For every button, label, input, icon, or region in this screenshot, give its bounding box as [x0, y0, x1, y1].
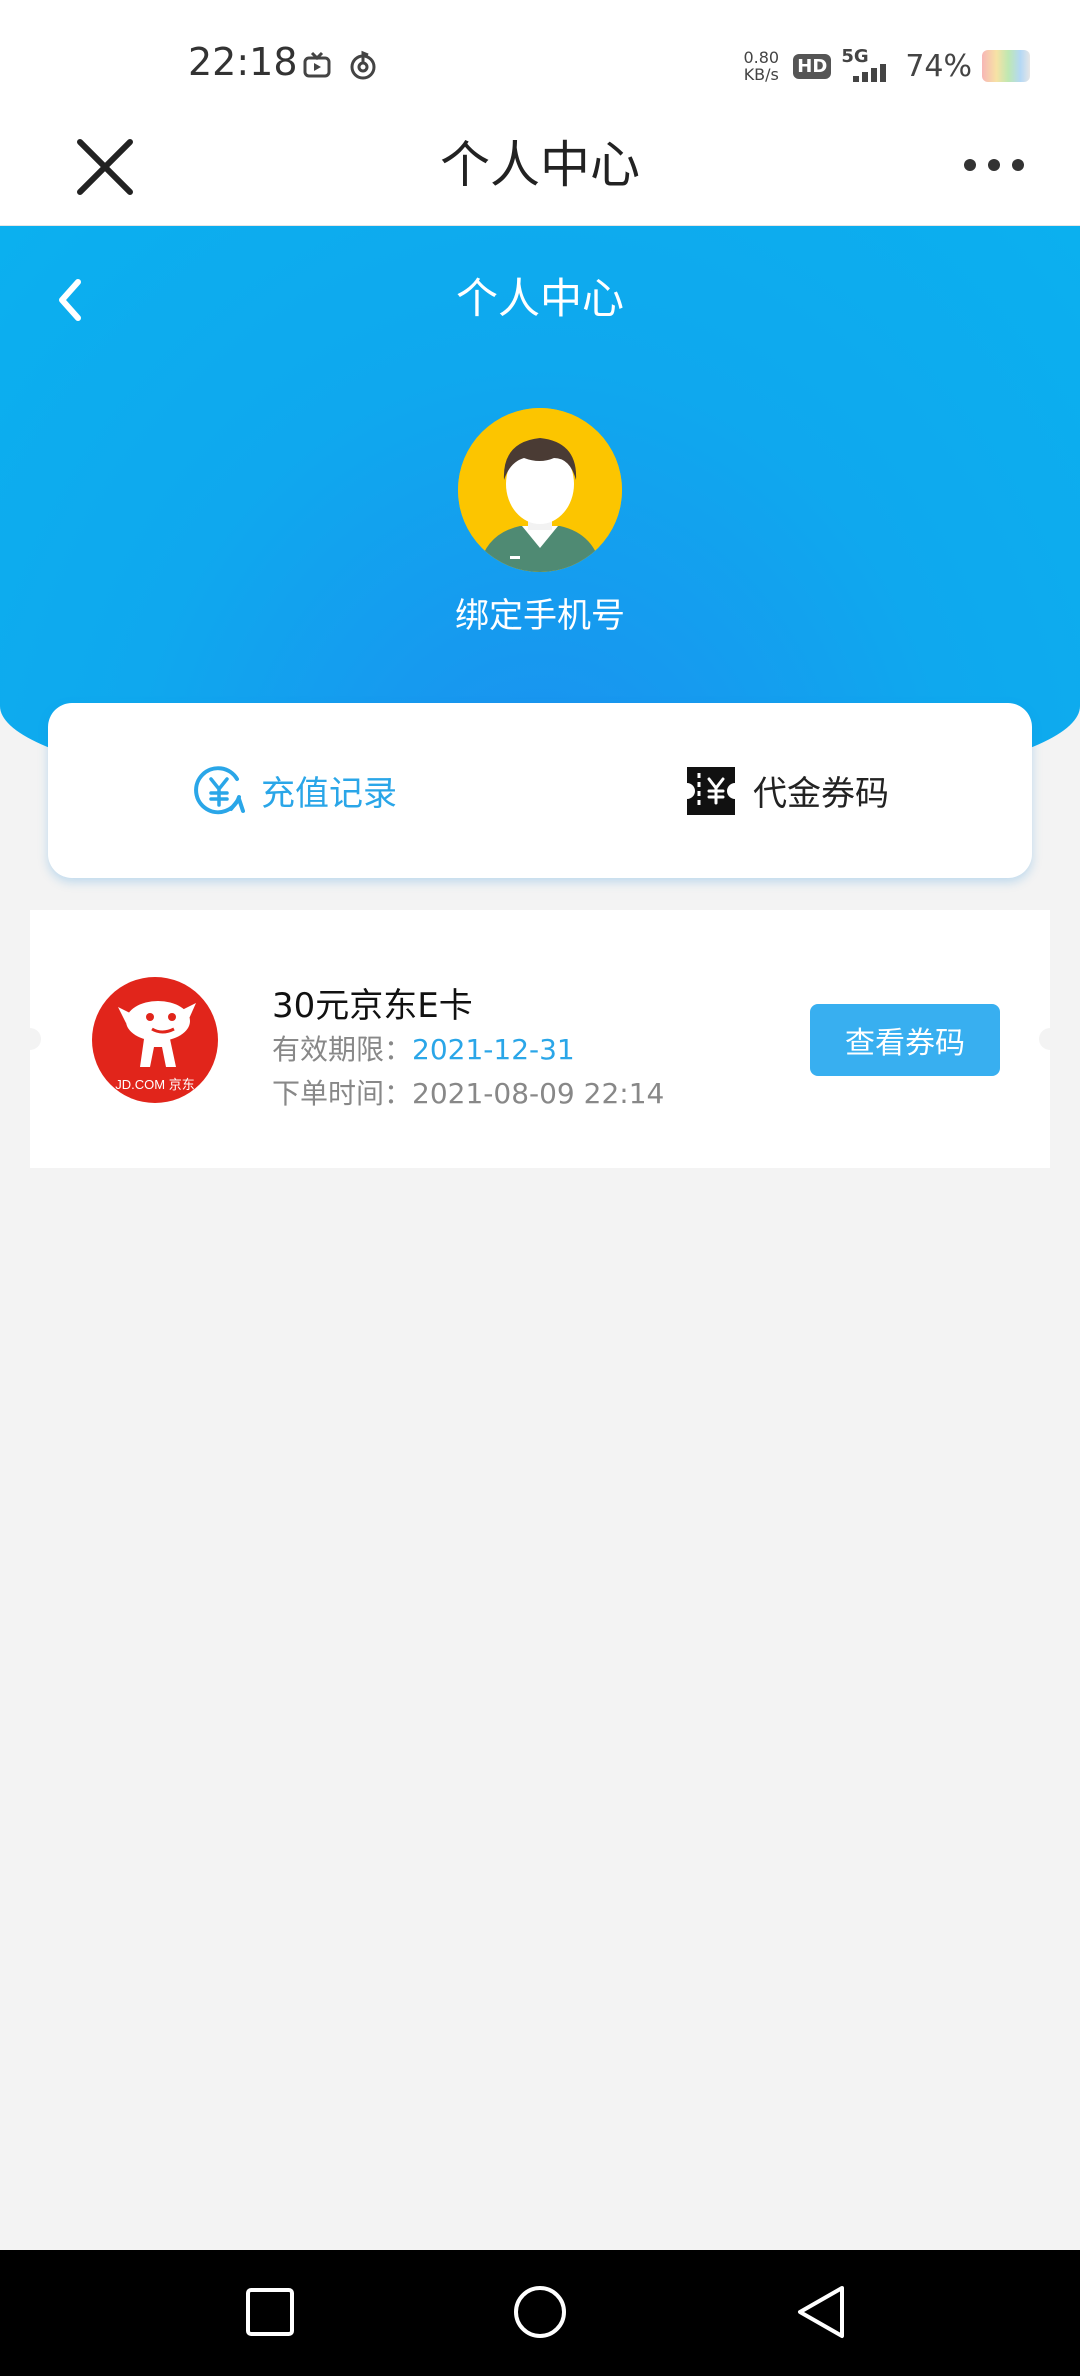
- order-time-label: 下单时间：: [272, 1077, 413, 1110]
- battery-percent: 74%: [905, 48, 972, 84]
- avatar[interactable]: [458, 408, 622, 572]
- more-icon[interactable]: [964, 152, 1024, 178]
- net-speed: 0.80 KB/s: [743, 48, 780, 84]
- page-title: 个人中心: [440, 136, 640, 194]
- home-icon[interactable]: [508, 2280, 572, 2344]
- hd-badge: HD: [793, 53, 832, 79]
- view-code-button[interactable]: 查看券码: [810, 1004, 1000, 1076]
- user-avatar-icon: [458, 408, 622, 572]
- bind-phone-link[interactable]: 绑定手机号: [0, 586, 1080, 646]
- tv-app-icon: [303, 51, 331, 78]
- recent-apps-icon[interactable]: [238, 2280, 302, 2344]
- status-bar: 22:18 0.80 KB/s HD 5G 74%: [0, 0, 1080, 130]
- system-nav-bar: [0, 2250, 1080, 2376]
- music-app-icon: [350, 50, 376, 80]
- status-time: 22:18: [188, 40, 298, 84]
- voucher-icon: [687, 766, 735, 815]
- tabs-card: 充值记录 代金券码: [48, 703, 1032, 878]
- coupon-title: 30元京东E卡: [272, 986, 473, 1026]
- battery-icon: [982, 50, 1030, 82]
- hero-title: 个人中心: [455, 274, 624, 323]
- card-notch: [1039, 1028, 1061, 1050]
- status-indicators: 0.80 KB/s HD 5G 74%: [739, 44, 1030, 88]
- expiry-value: 2021-12-31: [412, 1033, 575, 1066]
- tab-recharge-records[interactable]: 充值记录: [48, 703, 540, 878]
- app-header: 个人中心: [0, 130, 1080, 226]
- back-icon[interactable]: [790, 2280, 854, 2344]
- svg-text:JD.COM 京东: JD.COM 京东: [115, 1077, 194, 1092]
- expiry-row: 有效期限：2021-12-31: [272, 1028, 575, 1068]
- tab-voucher-codes[interactable]: 代金券码: [540, 703, 1032, 878]
- signal-icon: 5G: [841, 46, 895, 84]
- yen-refresh-icon: [194, 765, 245, 814]
- tab-label: 充值记录: [261, 774, 397, 814]
- order-time-row: 下单时间：2021-08-09 22:14: [272, 1072, 664, 1112]
- order-time-value: 2021-08-09 22:14: [412, 1077, 665, 1110]
- tab-label: 代金券码: [753, 774, 889, 814]
- coupon-card: JD.COM 京东 30元京东E卡 有效期限：2021-12-31 下单时间：2…: [19, 910, 1061, 1168]
- card-notch: [19, 1028, 41, 1050]
- expiry-label: 有效期限：: [272, 1033, 413, 1066]
- jd-logo-icon: JD.COM 京东: [92, 977, 218, 1103]
